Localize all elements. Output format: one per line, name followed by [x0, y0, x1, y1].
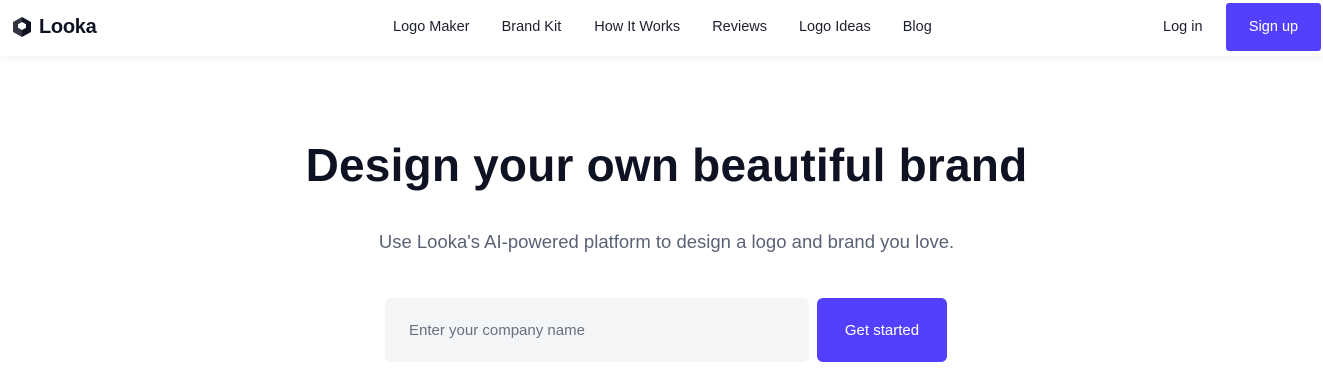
hero-title: Design your own beautiful brand: [305, 139, 1028, 191]
company-name-input[interactable]: [385, 298, 809, 362]
nav-link-logo-ideas[interactable]: Logo Ideas: [799, 19, 871, 35]
get-started-button[interactable]: Get started: [817, 298, 947, 362]
brand-logo-link[interactable]: Looka: [11, 16, 97, 38]
top-navbar: Looka Logo Maker Brand Kit How It Works …: [0, 0, 1323, 56]
nav-link-blog[interactable]: Blog: [903, 19, 932, 35]
signup-button[interactable]: Sign up: [1226, 3, 1321, 51]
looka-logo-icon: [11, 16, 33, 38]
nav-link-reviews[interactable]: Reviews: [712, 19, 767, 35]
nav-link-brand-kit[interactable]: Brand Kit: [502, 19, 562, 35]
nav-link-how-it-works[interactable]: How It Works: [594, 19, 680, 35]
brand-name: Looka: [39, 16, 97, 38]
login-link[interactable]: Log in: [1163, 18, 1203, 36]
hero-subtitle: Use Looka's AI-powered platform to desig…: [378, 231, 955, 252]
nav-link-logo-maker[interactable]: Logo Maker: [393, 19, 470, 35]
nav-links-list: Logo Maker Brand Kit How It Works Review…: [393, 18, 932, 36]
